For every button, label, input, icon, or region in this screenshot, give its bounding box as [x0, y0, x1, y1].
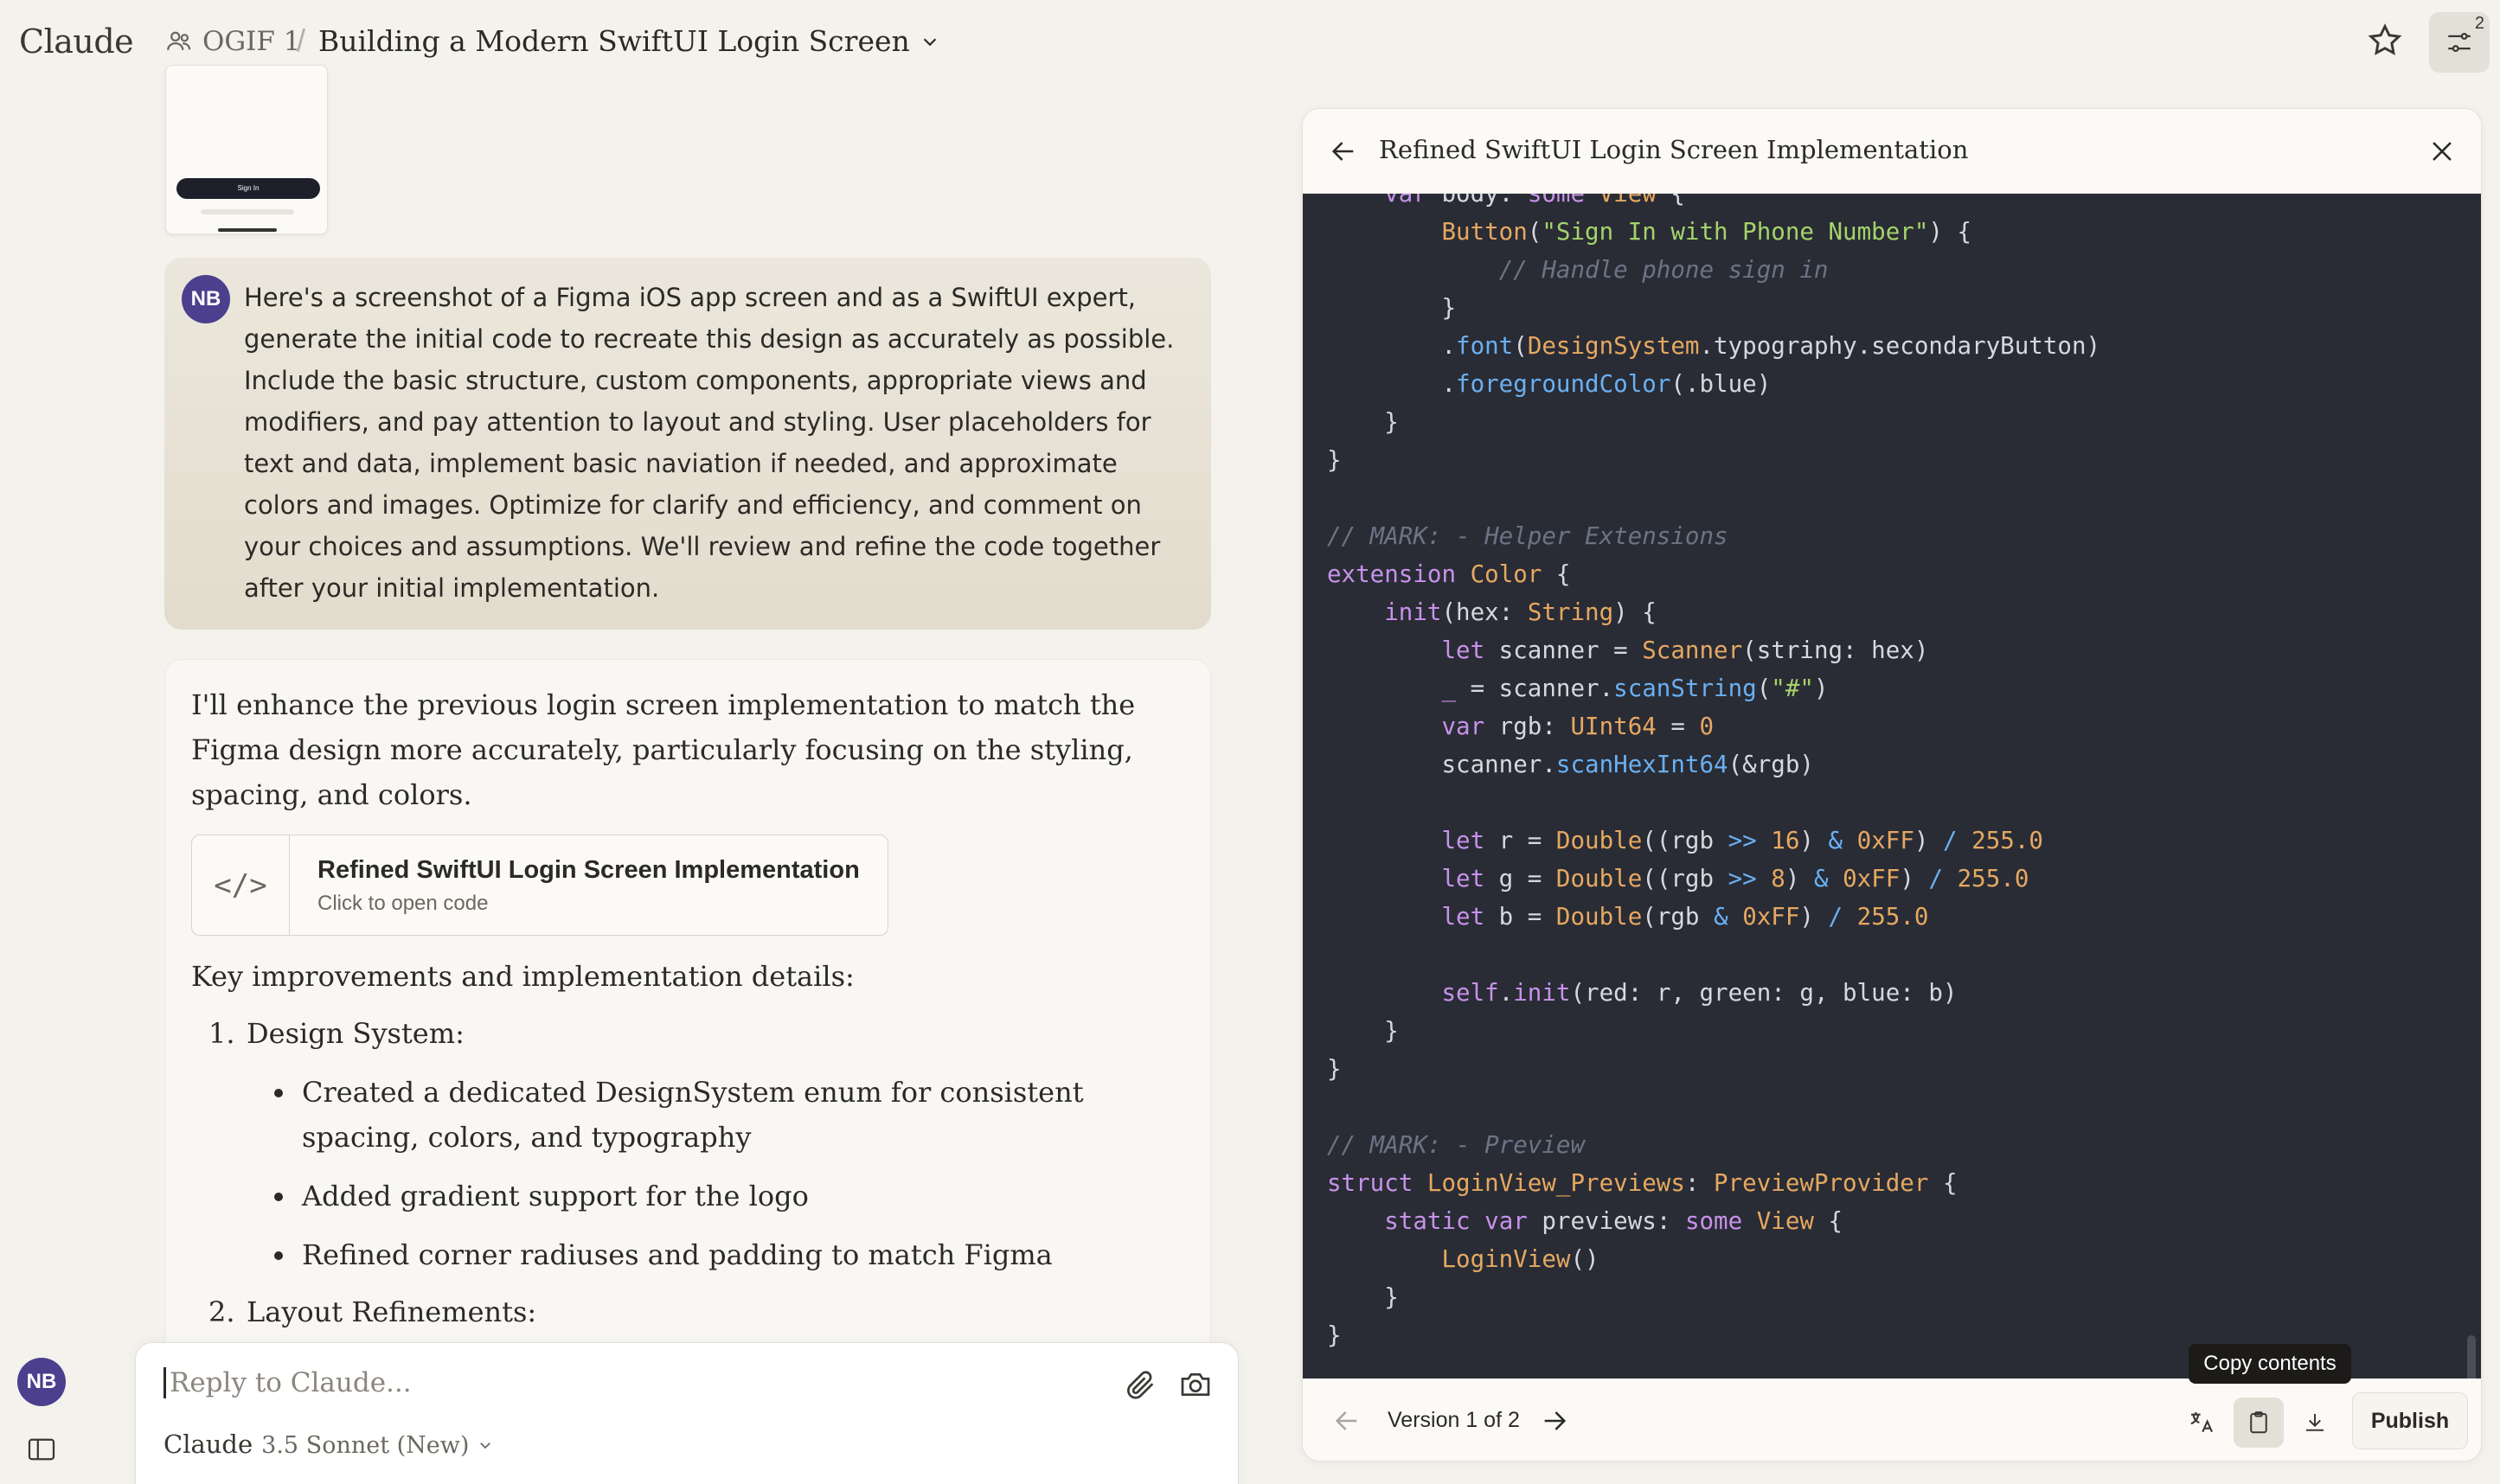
account-avatar[interactable]: NB: [17, 1358, 66, 1406]
assistant-intro-text: I'll enhance the previous login screen i…: [191, 688, 1136, 811]
chat-settings-button[interactable]: 2: [2429, 12, 2490, 73]
assistant-details: Key improvements and implementation deta…: [191, 954, 1186, 1334]
list-number: 1.: [208, 1017, 235, 1050]
code-line: scanner.scanHexInt64(&rgb): [1327, 751, 1814, 778]
user-message-text: Here's a screenshot of a Figma iOS app s…: [244, 283, 1175, 603]
thumbnail-home-indicator: [218, 228, 277, 232]
artifact-panel-footer: Version 1 of 2 Publish: [1303, 1378, 2481, 1461]
sliders-icon: [2448, 32, 2471, 53]
copy-tooltip: Copy contents: [2189, 1344, 2351, 1384]
code-line: // MARK: - Preview: [1327, 1131, 1586, 1159]
code-icon: </>: [192, 835, 290, 935]
model-name: Claude: [163, 1430, 253, 1459]
star-icon[interactable]: [2366, 22, 2404, 60]
translate-icon: [2190, 1412, 2213, 1433]
message-composer: Claude 3.5 Sonnet (New): [135, 1342, 1239, 1484]
code-line: struct LoginView_Previews: PreviewProvid…: [1327, 1169, 1958, 1197]
arrow-left-icon[interactable]: [1332, 1406, 1362, 1436]
code-line: var body: some View {: [1384, 194, 1685, 208]
code-line: }: [1327, 1055, 1342, 1083]
code-line: _ = scanner.scanString("#"): [1441, 675, 1829, 702]
list-item-title: Design System:: [247, 1017, 465, 1050]
chat-title-menu[interactable]: Building a Modern SwiftUI Login Screen: [318, 24, 939, 58]
list-item-title: Layout Refinements:: [247, 1295, 537, 1328]
people-icon: [167, 31, 191, 51]
arrow-right-icon[interactable]: [1540, 1406, 1569, 1436]
clipboard-icon: [2250, 1411, 2267, 1434]
code-line: extension Color {: [1327, 560, 1571, 588]
code-line: }: [1327, 446, 1342, 474]
uploaded-image-thumbnail[interactable]: Sign In: [165, 65, 328, 234]
model-selector[interactable]: Claude 3.5 Sonnet (New): [163, 1430, 493, 1459]
artifact-panel: Refined SwiftUI Login Screen Implementat…: [1302, 108, 2482, 1462]
code-line: }: [1327, 1321, 1342, 1349]
code-line: LoginView(): [1441, 1245, 1599, 1273]
artifact-card-title: Refined SwiftUI Login Screen Implementat…: [317, 856, 860, 884]
code-line: static var previews: some View {: [1384, 1207, 1843, 1235]
code-line: let g = Double((rgb >> 8) & 0xFF) / 255.…: [1441, 865, 2029, 892]
version-label: Version 1 of 2: [1388, 1408, 1520, 1432]
code-line: let scanner = Scanner(string: hex): [1441, 636, 1929, 664]
code-content: var body: some View { Button("Sign In wi…: [1327, 194, 2100, 1354]
sidebar-toggle-icon[interactable]: [26, 1437, 57, 1462]
download-button[interactable]: [2290, 1398, 2340, 1448]
code-scrollbar[interactable]: [2467, 1335, 2476, 1378]
chevron-down-icon: [923, 37, 936, 46]
code-line: Button("Sign In with Phone Number") {: [1441, 218, 1972, 246]
close-icon[interactable]: [2427, 137, 2457, 166]
brand-logo[interactable]: Claude: [19, 22, 134, 61]
paperclip-icon[interactable]: [1124, 1367, 1158, 1402]
code-line: // MARK: - Helper Extensions: [1327, 522, 1728, 550]
project-name: OGIF 1: [202, 26, 301, 57]
chevron-down-icon: [480, 1442, 491, 1449]
settings-badge: 2: [2474, 14, 2484, 33]
bullet-item: Refined corner radiuses and padding to m…: [191, 1232, 1169, 1277]
code-line: }: [1327, 408, 1399, 436]
code-line: init(hex: String) {: [1384, 598, 1657, 626]
project-link[interactable]: OGIF 1: [164, 26, 301, 57]
list-number: 2.: [208, 1295, 235, 1328]
chat-title: Building a Modern SwiftUI Login Screen: [318, 24, 910, 58]
bullet-item: Added gradient support for the logo: [191, 1174, 1169, 1219]
code-line: }: [1327, 294, 1457, 322]
artifact-panel-title: Refined SwiftUI Login Screen Implementat…: [1379, 135, 1969, 164]
reply-input[interactable]: [163, 1367, 1098, 1398]
artifact-card-subtitle: Click to open code: [317, 892, 489, 915]
details-heading: Key improvements and implementation deta…: [191, 960, 855, 993]
user-avatar: NB: [182, 275, 230, 323]
code-line: .foregroundColor(.blue): [1327, 370, 1772, 398]
code-viewer[interactable]: var body: some View { Button("Sign In wi…: [1303, 194, 2481, 1378]
code-line: let b = Double(rgb & 0xFF) / 255.0: [1441, 903, 1929, 931]
code-line: }: [1327, 1017, 1399, 1045]
model-version: 3.5 Sonnet (New): [261, 1432, 470, 1459]
top-bar: Claude OGIF 1 / Building a Modern SwiftU…: [0, 0, 2500, 86]
copy-button[interactable]: [2234, 1398, 2284, 1448]
artifact-panel-header: Refined SwiftUI Login Screen Implementat…: [1303, 109, 2481, 194]
arrow-left-icon[interactable]: [1329, 137, 1358, 166]
thumbnail-sign-in-button: Sign In: [176, 178, 320, 199]
artifact-card[interactable]: </> Refined SwiftUI Login Screen Impleme…: [191, 835, 888, 936]
thumbnail-secondary-line: [201, 209, 294, 214]
publish-button[interactable]: Publish: [2352, 1392, 2468, 1449]
download-icon: [2306, 1414, 2324, 1431]
list-item: 2. Layout Refinements:: [191, 1289, 1186, 1334]
camera-icon[interactable]: [1178, 1367, 1213, 1402]
breadcrumb-separator: /: [297, 22, 306, 58]
code-line: let r = Double((rgb >> 16) & 0xFF) / 255…: [1441, 827, 2043, 854]
code-line: // Handle phone sign in: [1498, 256, 1829, 284]
bullet-item: Created a dedicated DesignSystem enum fo…: [191, 1070, 1169, 1160]
list-item: 1. Design System:: [191, 1011, 1186, 1056]
code-line: self.init(red: r, green: g, blue: b): [1441, 979, 1958, 1007]
translate-button[interactable]: [2176, 1398, 2227, 1448]
code-line: .font(DesignSystem.typography.secondaryB…: [1327, 332, 2101, 360]
code-line: var rgb: UInt64 = 0: [1441, 713, 1715, 740]
user-message: NB Here's a screenshot of a Figma iOS ap…: [164, 258, 1211, 630]
code-line: }: [1327, 1283, 1399, 1311]
